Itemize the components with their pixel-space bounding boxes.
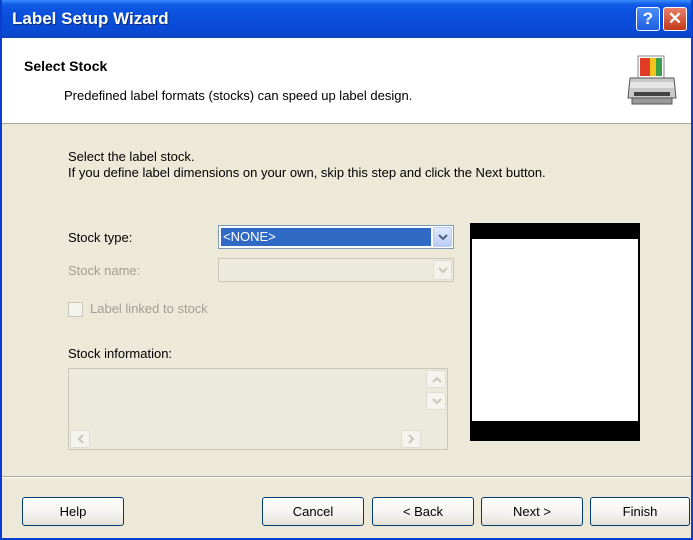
scroll-right-icon[interactable]	[401, 430, 421, 448]
next-button[interactable]: Next >	[481, 497, 583, 526]
wizard-header: Select Stock Predefined label formats (s…	[2, 38, 691, 124]
scroll-down-icon[interactable]	[426, 392, 446, 410]
help-button[interactable]: Help	[22, 497, 124, 526]
scroll-up-icon[interactable]	[426, 370, 446, 388]
stock-type-label: Stock type:	[68, 230, 133, 245]
printer-icon	[627, 55, 677, 105]
back-button[interactable]: < Back	[372, 497, 474, 526]
stock-info-textarea[interactable]	[68, 368, 448, 450]
horizontal-scrollbar[interactable]	[70, 430, 427, 448]
cancel-button[interactable]: Cancel	[262, 497, 364, 526]
instruction-line-2: If you define label dimensions on your o…	[68, 165, 546, 180]
preview-paper	[472, 239, 638, 421]
wizard-window: Label Setup Wizard ? ✕ Select Stock Pred…	[0, 0, 693, 540]
linked-to-stock-checkbox[interactable]	[68, 302, 83, 317]
stock-type-value: <NONE>	[221, 228, 431, 246]
linked-to-stock-label: Label linked to stock	[90, 301, 208, 316]
stock-name-select[interactable]	[218, 258, 454, 282]
stock-info-label: Stock information:	[68, 346, 173, 361]
close-button[interactable]: ✕	[663, 7, 687, 31]
button-separator	[2, 476, 691, 478]
instruction-line-1: Select the label stock.	[68, 149, 195, 164]
scroll-left-icon[interactable]	[70, 430, 90, 448]
chevron-down-icon[interactable]	[433, 227, 452, 247]
page-subtitle: Predefined label formats (stocks) can sp…	[64, 88, 413, 103]
window-title: Label Setup Wizard	[12, 9, 169, 28]
help-title-button[interactable]: ?	[636, 7, 660, 31]
stock-name-label: Stock name:	[68, 263, 141, 278]
title-bar: Label Setup Wizard ? ✕	[2, 0, 691, 38]
chevron-down-icon[interactable]	[433, 260, 452, 280]
page-title: Select Stock	[24, 58, 108, 74]
label-preview	[470, 223, 640, 441]
stock-type-select[interactable]: <NONE>	[218, 225, 454, 249]
vertical-scrollbar[interactable]	[426, 370, 446, 430]
finish-button[interactable]: Finish	[590, 497, 690, 526]
